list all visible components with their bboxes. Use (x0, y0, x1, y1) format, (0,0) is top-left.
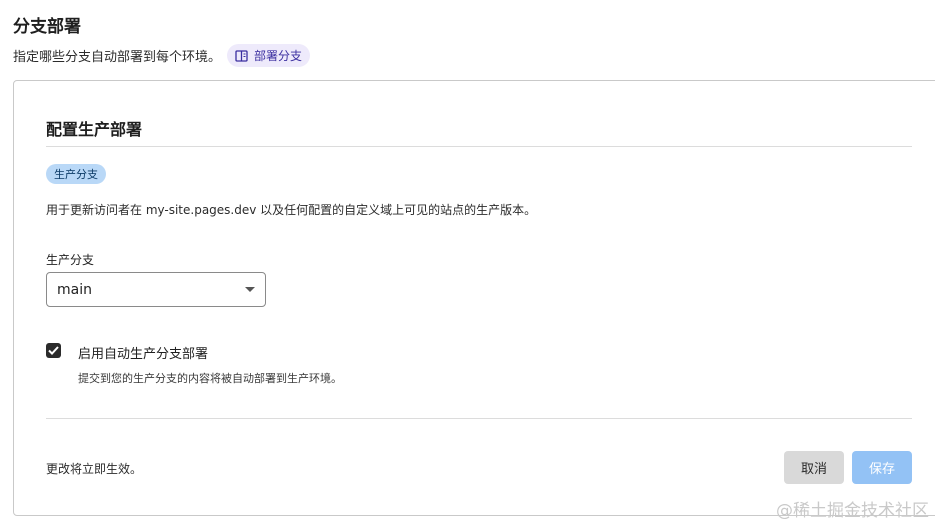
branch-deploy-settings-page: 分支部署 指定哪些分支自动部署到每个环境。 部署分支 配置生产部署 生产分支 用… (0, 0, 935, 525)
checkmark-icon (48, 346, 59, 355)
section-title: 分支部署 (13, 17, 81, 37)
production-branch-label: 生产分支 (46, 253, 95, 267)
footer-note: 更改将立即生效。 (46, 462, 143, 476)
section-description-row: 指定哪些分支自动部署到每个环境。 部署分支 (13, 44, 311, 67)
docs-link-deploy-branches[interactable]: 部署分支 (227, 44, 311, 67)
production-branch-select[interactable]: main (46, 272, 266, 307)
production-deploy-card: 配置生产部署 生产分支 用于更新访问者在 my-site.pages.dev 以… (13, 80, 935, 516)
card-divider-top (46, 146, 912, 147)
cancel-button[interactable]: 取消 (784, 451, 844, 484)
watermark: @稀土掘金技术社区 (776, 501, 929, 521)
auto-deploy-help: 提交到您的生产分支的内容将被自动部署到生产环境。 (78, 372, 342, 385)
section-description: 指定哪些分支自动部署到每个环境。 (13, 50, 222, 65)
book-icon (235, 49, 248, 62)
auto-deploy-label[interactable]: 启用自动生产分支部署 (78, 343, 208, 362)
docs-link-label: 部署分支 (254, 49, 303, 63)
card-description: 用于更新访问者在 my-site.pages.dev 以及任何配置的自定义域上可… (46, 203, 537, 217)
chevron-down-icon (245, 287, 255, 292)
production-branch-value: main (57, 281, 92, 298)
save-button[interactable]: 保存 (852, 451, 912, 484)
card-divider-bottom (46, 418, 912, 419)
card-title: 配置生产部署 (46, 120, 143, 139)
production-branch-badge: 生产分支 (46, 164, 106, 184)
auto-deploy-checkbox[interactable] (46, 343, 61, 358)
